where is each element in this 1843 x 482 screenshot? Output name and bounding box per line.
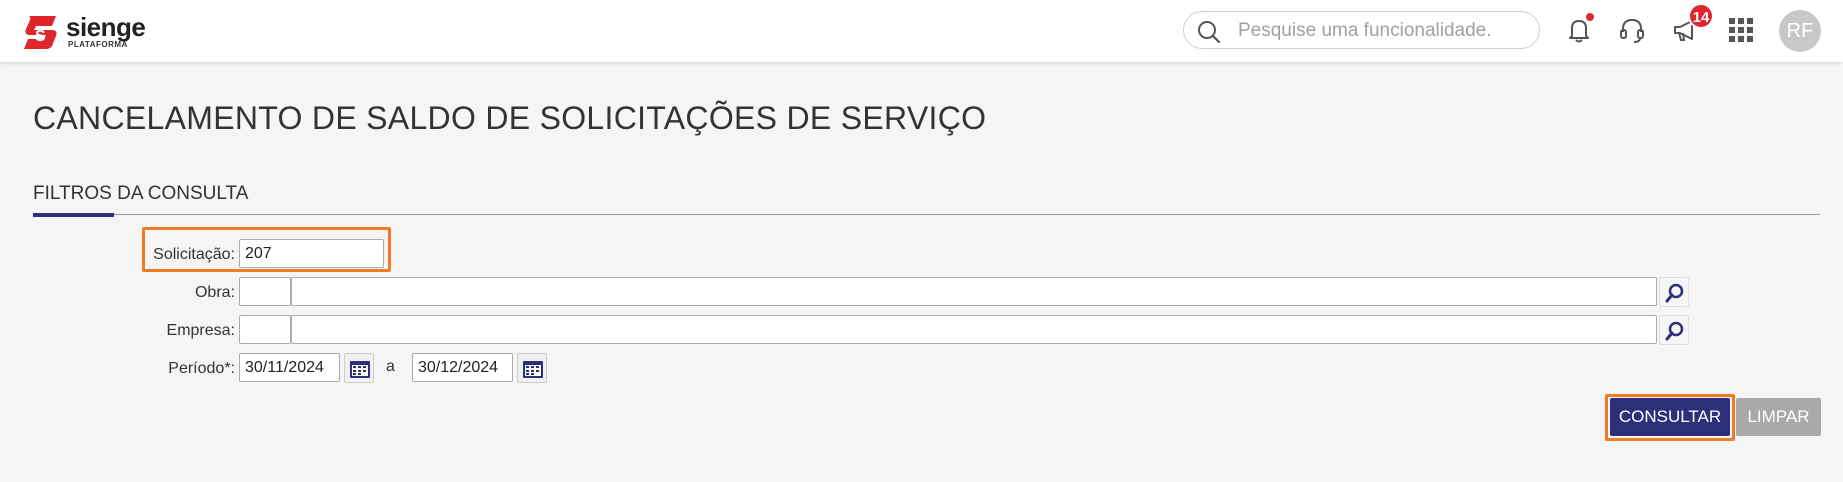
announcements-button[interactable]: 14	[1670, 3, 1714, 46]
empresa-code-input[interactable]	[239, 315, 291, 344]
brand-subtitle: PLATAFORMA	[68, 40, 128, 49]
periodo-end-input[interactable]	[412, 353, 513, 382]
solicitacao-label: Solicitação:	[153, 246, 235, 263]
empresa-description-input[interactable]	[291, 315, 1657, 344]
page-title: CANCELAMENTO DE SALDO DE SOLICITAÇÕES DE…	[33, 100, 987, 136]
empresa-label: Empresa:	[166, 322, 235, 339]
calendar-icon	[523, 361, 543, 378]
notifications-button[interactable]	[1563, 12, 1595, 46]
obra-code-input[interactable]	[239, 277, 291, 306]
top-bar: S sienge PLATAFORMA 14	[0, 0, 1843, 62]
announcements-badge: 14	[1688, 3, 1714, 29]
support-button[interactable]	[1616, 14, 1648, 46]
notification-dot	[1585, 12, 1595, 22]
periodo-start-input[interactable]	[239, 353, 340, 382]
section-tab-filtros[interactable]: FILTROS DA CONSULTA	[33, 183, 248, 205]
obra-lookup-button[interactable]	[1659, 277, 1689, 307]
headset-icon	[1620, 18, 1644, 43]
calendar-icon	[350, 361, 370, 378]
section-active-indicator	[33, 213, 114, 217]
apps-menu-button[interactable]	[1725, 14, 1757, 46]
periodo-start-calendar-button[interactable]	[344, 353, 374, 383]
consultar-button[interactable]: CONSULTAR	[1610, 398, 1730, 436]
apps-grid-icon	[1729, 18, 1753, 42]
periodo-label: Período*:	[168, 360, 235, 377]
magnifier-icon	[1665, 283, 1684, 303]
obra-label: Obra:	[194, 284, 235, 301]
magnifier-icon	[1665, 321, 1684, 341]
sienge-logo[interactable]: S sienge PLATAFORMA	[22, 12, 162, 52]
svg-text:S: S	[35, 28, 46, 45]
search-icon	[1198, 21, 1221, 44]
empresa-lookup-button[interactable]	[1659, 315, 1689, 345]
user-avatar[interactable]: RF	[1779, 10, 1821, 52]
periodo-separator: a	[386, 358, 395, 375]
search-input[interactable]	[1238, 20, 1528, 42]
section-divider	[33, 214, 1820, 215]
periodo-end-calendar-button[interactable]	[517, 353, 547, 383]
brand-name: sienge	[66, 12, 146, 42]
solicitacao-input[interactable]	[239, 239, 384, 268]
sienge-logo-icon: S	[24, 16, 57, 49]
limpar-button[interactable]: LIMPAR	[1736, 398, 1821, 436]
obra-description-input[interactable]	[291, 277, 1657, 306]
search-box[interactable]	[1183, 11, 1540, 49]
